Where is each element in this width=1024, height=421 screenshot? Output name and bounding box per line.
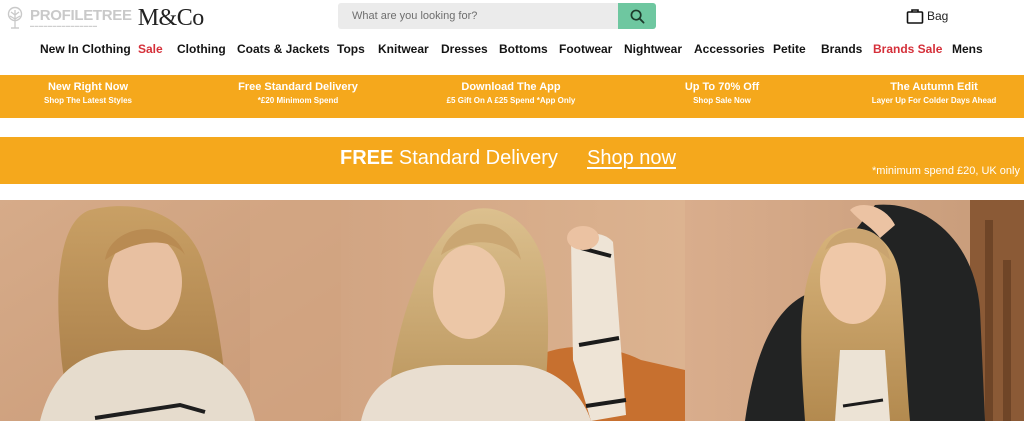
hero-photo-3 (685, 200, 1024, 421)
profiletree-wordmark: PROFILETREE ▬▬▬▬▬▬▬▬▬▬▬▬▬▬▬ (30, 6, 132, 28)
promo-title: Free Standard Delivery (238, 81, 358, 93)
promo-title: Up To 70% Off (684, 81, 760, 93)
profiletree-tagline: ▬▬▬▬▬▬▬▬▬▬▬▬▬▬▬ (30, 22, 98, 28)
nav-item-brands[interactable]: Brands (821, 40, 862, 58)
hero-image-panel[interactable] (0, 200, 1024, 421)
promo-new-right-now[interactable]: New Right Now Shop The Latest Styles (38, 80, 138, 107)
search-input[interactable] (338, 3, 618, 29)
promo-title: New Right Now (47, 81, 129, 93)
model-photo-3 (685, 200, 1024, 421)
nav-item-petite[interactable]: Petite (773, 40, 806, 58)
promo-subtitle: Shop The Latest Styles (43, 96, 133, 105)
model-photo-2 (341, 200, 685, 421)
nav-item-footwear[interactable]: Footwear (559, 40, 612, 58)
nav-item-coats-jackets[interactable]: Coats & Jackets (237, 40, 330, 58)
nav-item-sale[interactable]: Sale (138, 40, 163, 58)
promo-title: The Autumn Edit (890, 81, 978, 93)
bag-link[interactable]: Bag (906, 8, 948, 24)
search-bar (338, 3, 656, 29)
nav-item-brands-sale[interactable]: Brands Sale (873, 40, 942, 58)
delivery-note: *minimum spend £20, UK only (872, 165, 1020, 177)
bag-label: Bag (927, 9, 949, 23)
nav-item-nightwear[interactable]: Nightwear (624, 40, 682, 58)
search-button[interactable] (618, 3, 656, 29)
delivery-free-label: FREE (340, 147, 394, 169)
shop-now-link[interactable]: Shop now (587, 147, 676, 170)
delivery-text: Standard Delivery (398, 147, 558, 169)
promo-autumn-edit[interactable]: The Autumn Edit Layer Up For Colder Days… (862, 80, 1006, 107)
model-photo-1 (0, 200, 341, 421)
hero-photo-1 (0, 200, 341, 421)
nav-item-clothing[interactable]: Clothing (177, 40, 226, 58)
brand-name: M&Co (137, 5, 205, 31)
nav-item-tops[interactable]: Tops (337, 40, 365, 58)
promo-subtitle: £5 Gift On A £25 Spend *App Only (446, 96, 576, 105)
nav-item-knitwear[interactable]: Knitwear (378, 40, 429, 58)
promo-title: Download The App (461, 81, 561, 93)
promo-download-app[interactable]: Download The App £5 Gift On A £25 Spend … (431, 80, 591, 107)
nav-item-dresses[interactable]: Dresses (441, 40, 488, 58)
tree-logo-icon (7, 6, 23, 29)
nav-item-bottoms[interactable]: Bottoms (499, 40, 548, 58)
site-header: PROFILETREE ▬▬▬▬▬▬▬▬▬▬▬▬▬▬▬ M&Co Bag (0, 0, 1024, 36)
promo-free-delivery[interactable]: Free Standard Delivery *£20 Minimom Spen… (233, 80, 363, 107)
promo-subtitle: Layer Up For Colder Days Ahead (871, 96, 997, 105)
delivery-headline: FREE Standard Delivery (340, 147, 558, 170)
main-nav: New In Clothing Sale Clothing Coats & Ja… (0, 40, 1024, 58)
search-icon (630, 9, 644, 23)
promo-up-to-70-off[interactable]: Up To 70% Off Shop Sale Now (680, 80, 764, 107)
nav-item-new-in-clothing[interactable]: New In Clothing (40, 40, 131, 58)
site-logo[interactable]: PROFILETREE ▬▬▬▬▬▬▬▬▬▬▬▬▬▬▬ M&Co (4, 4, 204, 32)
profiletree-text: PROFILETREE (30, 6, 132, 24)
nav-item-mens[interactable]: Mens (952, 40, 983, 58)
promo-strip: New Right Now Shop The Latest Styles Fre… (0, 75, 1024, 118)
delivery-banner: FREE Standard Delivery Shop now *minimum… (0, 137, 1024, 184)
promo-subtitle: Shop Sale Now (693, 96, 751, 105)
nav-item-accessories[interactable]: Accessories (694, 40, 765, 58)
hero-photo-2 (341, 200, 685, 421)
bag-icon (906, 9, 924, 24)
promo-subtitle: *£20 Minimom Spend (257, 96, 339, 105)
